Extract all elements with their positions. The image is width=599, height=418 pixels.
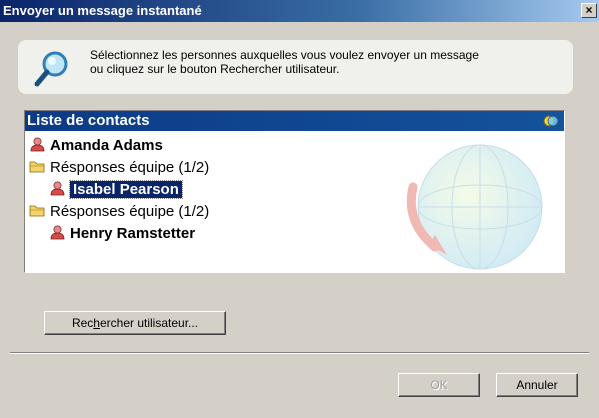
search-user-accelerator: h xyxy=(93,316,100,330)
close-icon: × xyxy=(585,3,593,17)
info-panel: Sélectionnez les personnes auxquelles vo… xyxy=(18,40,573,94)
folder-icon xyxy=(29,161,45,173)
window-title: Envoyer un message instantané xyxy=(3,3,202,18)
contact-row[interactable]: Henry Ramstetter xyxy=(49,223,195,245)
group-row[interactable]: Résponses équipe (1/2) xyxy=(29,201,209,223)
globe-icon xyxy=(406,144,543,270)
rings-icon[interactable] xyxy=(543,114,559,128)
group-name: Résponses équipe (1/2) xyxy=(50,159,210,176)
user-icon xyxy=(50,181,65,196)
group-name: Résponses équipe (1/2) xyxy=(50,203,210,220)
user-icon xyxy=(30,137,45,152)
group-row[interactable]: Résponses équipe (1/2) xyxy=(29,157,209,179)
contact-row-selected[interactable]: Isabel Pearson xyxy=(49,179,183,201)
contact-row[interactable]: Amanda Adams xyxy=(29,135,163,157)
cancel-button[interactable]: Annuler xyxy=(496,373,578,397)
cancel-button-label: Annuler xyxy=(516,378,558,392)
magnifier-icon xyxy=(34,51,68,87)
ok-button[interactable]: OK xyxy=(398,373,480,397)
ok-button-label: OK xyxy=(430,378,448,392)
contact-name: Isabel Pearson xyxy=(69,180,183,199)
close-button[interactable]: × xyxy=(581,3,597,18)
title-bar: Envoyer un message instantané × xyxy=(0,0,599,22)
separator xyxy=(10,352,589,354)
contact-name: Henry Ramstetter xyxy=(70,225,196,242)
contacts-header-label: Liste de contacts xyxy=(27,112,150,129)
contact-name: Amanda Adams xyxy=(50,137,163,154)
contact-list[interactable]: Liste de contacts Amanda Adams Résponses… xyxy=(24,110,565,273)
search-user-button[interactable]: Rechercher utilisateur... xyxy=(44,311,226,335)
user-icon xyxy=(50,225,65,240)
folder-icon xyxy=(29,205,45,217)
im-dialog: Envoyer un message instantané × Sélectio… xyxy=(0,0,599,418)
info-text: Sélectionnez les personnes auxquelles vo… xyxy=(90,48,560,76)
info-line-1: Sélectionnez les personnes auxquelles vo… xyxy=(90,48,479,62)
info-line-2: ou cliquez sur le bouton Rechercher util… xyxy=(90,62,340,76)
search-user-label-suffix: ercher utilisateur... xyxy=(99,316,199,330)
search-user-label-prefix: Rec xyxy=(71,316,94,330)
contacts-header: Liste de contacts xyxy=(25,111,564,131)
